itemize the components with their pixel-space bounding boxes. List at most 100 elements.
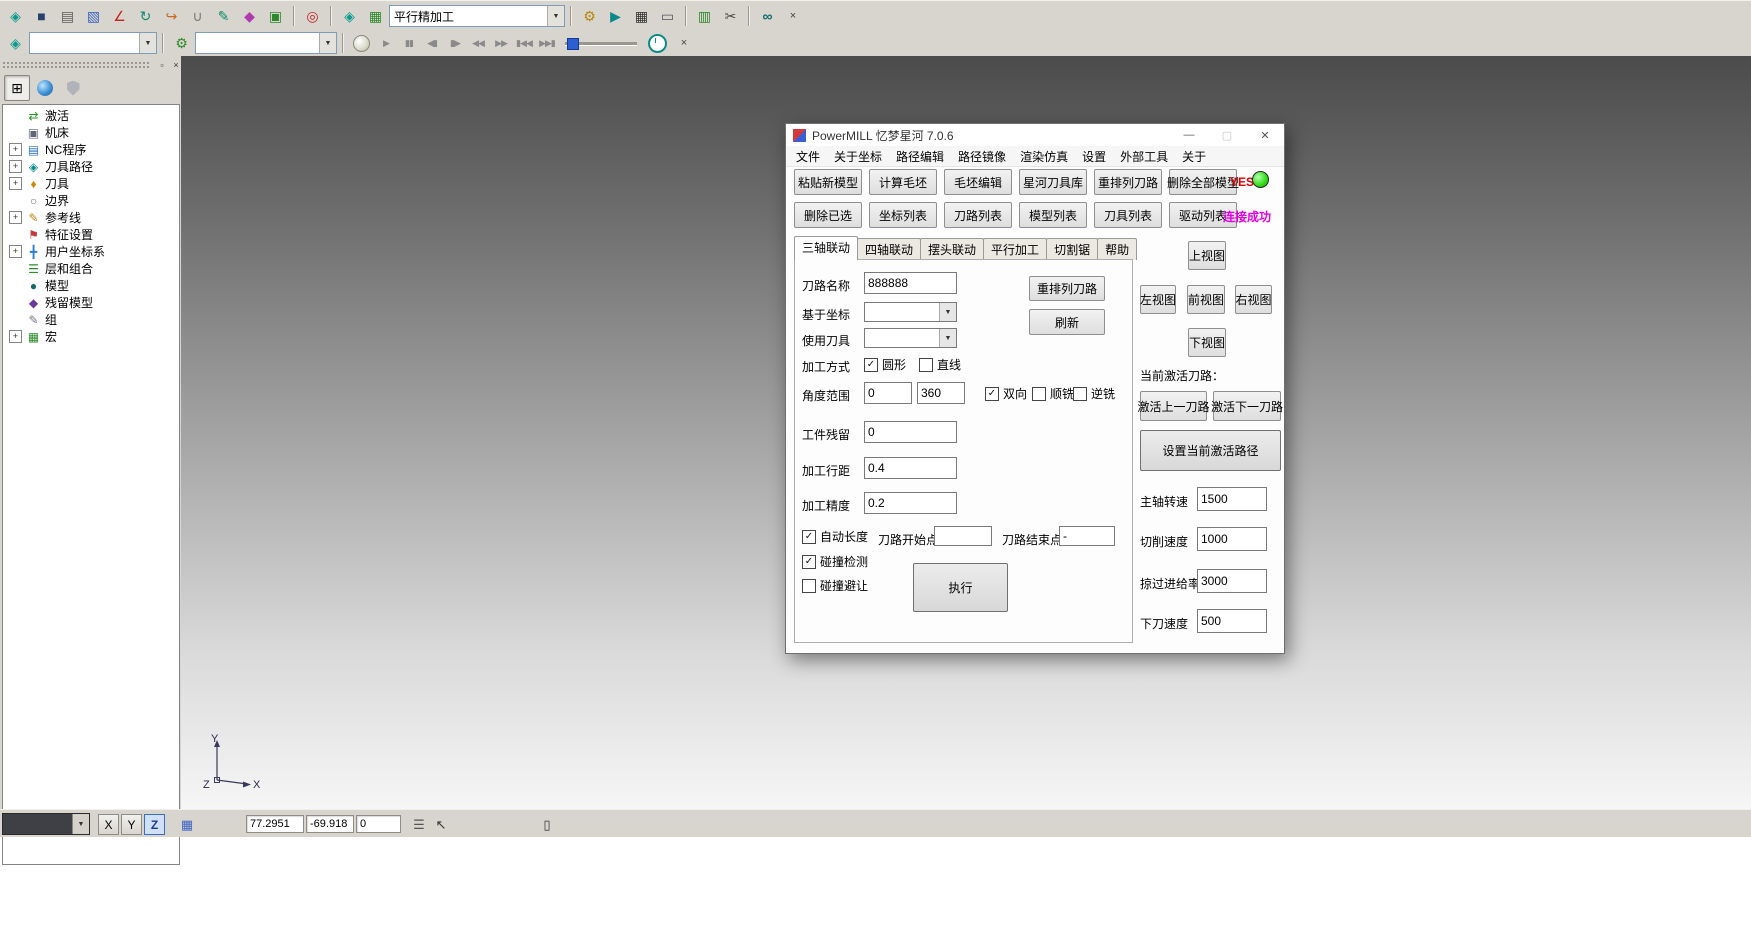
angle-to-input[interactable] [917, 382, 965, 404]
stock-left-input[interactable] [864, 421, 957, 443]
simulation-speed-slider[interactable] [565, 35, 637, 51]
panel-toggle-icon[interactable] [536, 814, 558, 836]
clone-model-icon[interactable] [263, 4, 288, 29]
cursor-mode-icon[interactable] [430, 814, 452, 836]
tree-item-group[interactable]: 组 [3, 311, 179, 328]
spring-curve-icon[interactable] [185, 4, 210, 29]
collision-avoid-checkbox[interactable]: 碰撞避让 [802, 577, 868, 594]
tolerance-input[interactable] [864, 492, 957, 514]
fast-forward-button[interactable] [490, 32, 512, 54]
axis-z-button[interactable]: Z [144, 814, 165, 835]
tree-item-macro[interactable]: + 宏 [3, 328, 179, 345]
globe-icon[interactable] [32, 75, 58, 101]
workplane-target-icon[interactable] [300, 4, 325, 29]
chevron-down-icon[interactable] [547, 6, 564, 26]
print-icon[interactable] [55, 4, 80, 29]
refresh-button[interactable]: 刷新 [1029, 309, 1105, 335]
expander-icon[interactable]: + [9, 245, 22, 258]
delete-all-models-button[interactable]: 删除全部模型 [1169, 169, 1237, 195]
close-button[interactable]: ✕ [1246, 124, 1284, 146]
expander-icon[interactable]: + [9, 143, 22, 156]
tab-help[interactable]: 帮助 [1097, 238, 1137, 260]
tree-item-tool[interactable]: + 刀具 [3, 175, 179, 192]
rewind-button[interactable] [467, 32, 489, 54]
tree-item-toolpath[interactable]: + 刀具路径 [3, 158, 179, 175]
simulation-toolpath-combobox[interactable] [29, 32, 157, 54]
paste-new-model-button[interactable]: 粘贴新模型 [794, 169, 862, 195]
chevron-down-icon[interactable] [319, 33, 336, 53]
tab-tilt-head[interactable]: 摆头联动 [920, 238, 984, 260]
tab-parallel[interactable]: 平行加工 [983, 238, 1047, 260]
shield-icon[interactable] [60, 75, 86, 101]
toolpath-icon[interactable] [337, 4, 362, 29]
tree-item-activate[interactable]: 激活 [3, 107, 179, 124]
drag-grip-icon[interactable] [3, 62, 151, 68]
dialog-titlebar[interactable]: PowerMILL 忆梦星河 7.0.6 — ▢ ✕ [786, 124, 1284, 147]
tree-item-pattern[interactable]: + 参考线 [3, 209, 179, 226]
model-list-button[interactable]: 模型列表 [1019, 202, 1087, 228]
auto-length-checkbox[interactable]: 自动长度 [802, 528, 868, 545]
chevron-down-icon[interactable] [939, 303, 956, 321]
tree-item-machine[interactable]: 机床 [3, 124, 179, 141]
transform-rotate-icon[interactable] [133, 4, 158, 29]
plunge-feed-input[interactable] [1197, 609, 1267, 633]
tab-3axis[interactable]: 三轴联动 [794, 236, 858, 260]
tool-list-button[interactable]: 刀具列表 [1094, 202, 1162, 228]
chevron-down-icon[interactable] [72, 814, 89, 834]
rearrange-toolpath-button[interactable]: 重排列刀路 [1029, 276, 1105, 301]
axis-y-button[interactable]: Y [121, 814, 142, 835]
menu-coords[interactable]: 关于坐标 [827, 146, 889, 167]
tree-item-levels[interactable]: 层和组合 [3, 260, 179, 277]
clock-icon[interactable] [648, 34, 667, 53]
snap-list-icon[interactable] [408, 814, 430, 836]
conventional-checkbox[interactable]: 逆铣 [1073, 385, 1115, 402]
tree-item-model[interactable]: 模型 [3, 277, 179, 294]
go-to-end-button[interactable] [536, 32, 558, 54]
tree-view-icon[interactable]: ⊞ [4, 75, 30, 101]
expander-icon[interactable]: + [9, 177, 22, 190]
chevron-down-icon[interactable] [139, 33, 156, 53]
simulation-toolpath-icon[interactable] [3, 31, 28, 56]
slider-handle[interactable] [567, 38, 579, 50]
tree-item-workplane[interactable]: + 用户坐标系 [3, 243, 179, 260]
checkbox-checked-icon[interactable] [802, 555, 816, 569]
based-coord-combobox[interactable] [864, 302, 957, 322]
toolpath-tools-icon[interactable] [577, 4, 602, 29]
stepover-input[interactable] [864, 457, 957, 479]
minimize-button[interactable]: — [1170, 124, 1208, 146]
angle-from-input[interactable] [864, 382, 912, 404]
tab-saw[interactable]: 切割锯 [1046, 238, 1098, 260]
view-glasses-icon[interactable] [755, 4, 780, 29]
skim-feed-input[interactable] [1197, 569, 1267, 593]
checkbox-unchecked-icon[interactable] [802, 579, 816, 593]
calc-block-button[interactable]: 计算毛坯 [869, 169, 937, 195]
view-front-button[interactable]: 前视图 [1187, 285, 1225, 314]
measure-angle-icon[interactable] [107, 4, 132, 29]
activate-next-button[interactable]: 激活下一刀路 [1213, 391, 1281, 421]
grid-toggle-icon[interactable] [176, 814, 198, 836]
curve-editor-icon[interactable] [159, 4, 184, 29]
keypad-icon[interactable] [655, 4, 680, 29]
set-active-path-button[interactable]: 设置当前激活路径 [1140, 430, 1281, 471]
delete-selected-button[interactable]: 删除已选 [794, 202, 862, 228]
toolbar-close-icon[interactable]: × [676, 35, 692, 51]
bidirectional-checkbox[interactable]: 双向 [985, 385, 1027, 402]
tree-item-nc-program[interactable]: + NC程序 [3, 141, 179, 158]
toolbar-close-icon[interactable]: × [785, 8, 801, 24]
play-button[interactable] [375, 32, 397, 54]
view-left-button[interactable]: 左视图 [1140, 285, 1176, 314]
menu-about[interactable]: 关于 [1175, 146, 1213, 167]
expander-icon[interactable]: + [9, 160, 22, 173]
expander-icon[interactable]: + [9, 330, 22, 343]
climb-checkbox[interactable]: 顺铣 [1032, 385, 1074, 402]
checkbox-unchecked-icon[interactable] [1073, 387, 1087, 401]
checkbox-checked-icon[interactable] [985, 387, 999, 401]
end-point-input[interactable] [1059, 526, 1115, 546]
checkbox-unchecked-icon[interactable] [919, 358, 933, 372]
toolpath-name-input[interactable] [864, 272, 957, 294]
menu-render-sim[interactable]: 渲染仿真 [1013, 146, 1075, 167]
panel-dock-header[interactable]: ▫ × [0, 58, 186, 72]
powermill-logo-icon[interactable] [3, 4, 28, 29]
checkbox-unchecked-icon[interactable] [1032, 387, 1046, 401]
strategy-table-icon[interactable] [363, 4, 388, 29]
